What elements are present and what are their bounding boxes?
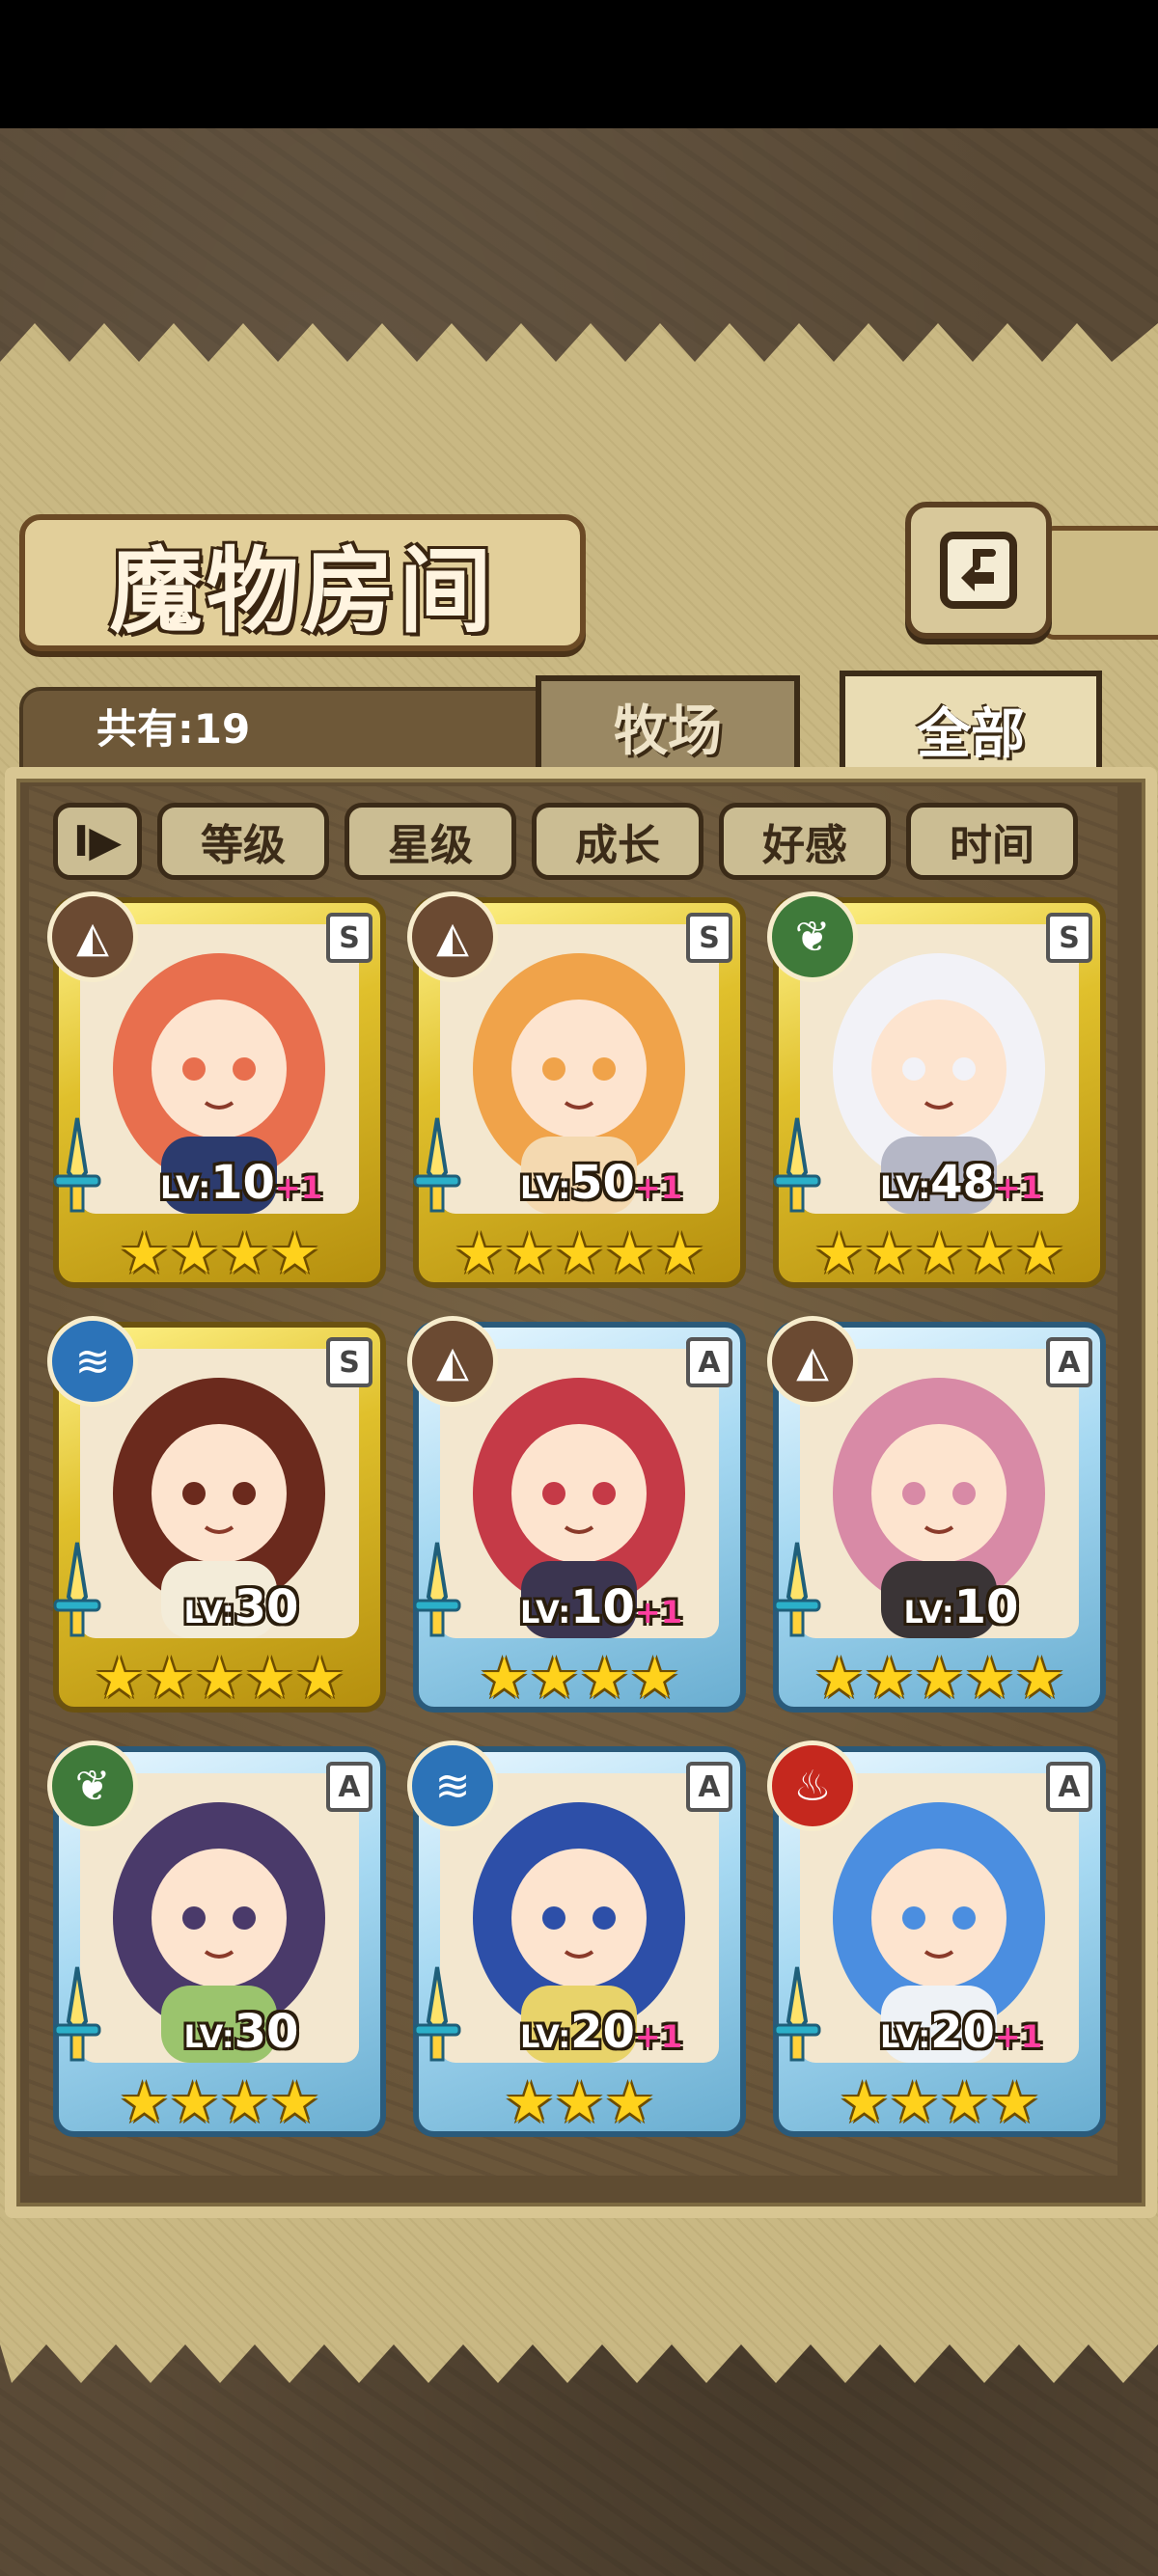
sword-icon [409,1963,465,2069]
back-button[interactable] [905,502,1052,639]
star-rating: ★★★★ [119,1220,320,1286]
sort-affection-button[interactable]: 好感 [719,803,891,880]
sword-icon [49,1114,105,1220]
water-element-icon: ≋ [47,1316,138,1407]
monster-card[interactable]: A ≋ LV:20+1 ★★★ [407,1740,746,2142]
sword-icon [769,1114,825,1220]
level-value: 10 [210,1156,275,1210]
wind-element-icon: ❦ [767,891,858,982]
rank-badge: S [326,913,372,963]
monster-count: 共有:19 [96,705,251,753]
level-value: 10 [570,1580,635,1634]
level-value: 10 [953,1580,1019,1634]
sort-toolbar: I▶ 等级 星级 成长 好感 时间 [53,803,1078,880]
page-title: 魔物房间 [109,535,496,645]
star-rating: ★★★★★ [454,1220,705,1286]
level-prefix: LV: [520,2018,571,2055]
level-label: LV:50+1 [481,1156,722,1210]
sword-icon [409,1114,465,1220]
rank-badge: A [686,1762,732,1812]
level-bonus: +1 [994,1169,1042,1206]
level-value: 20 [570,2005,635,2059]
level-label: LV:20+1 [841,2005,1082,2059]
level-label: LV:10+1 [121,1156,362,1210]
level-prefix: LV: [183,1594,234,1631]
monster-card[interactable]: A ❦ LV:30 ★★★★ [47,1740,386,2142]
star-rating: ★★★★ [119,2069,320,2135]
star-rating: ★★★★★ [94,1645,345,1711]
earth-element-icon: ◭ [767,1316,858,1407]
level-prefix: LV: [880,2018,931,2055]
wind-element-icon: ❦ [47,1740,138,1831]
level-bonus: +1 [634,1169,682,1206]
sort-growth-button[interactable]: 成长 [532,803,703,880]
level-label: LV:30 [121,1580,362,1634]
level-bonus: +1 [634,2018,682,2055]
sword-icon [769,1539,825,1645]
star-rating: ★★★ [504,2069,655,2135]
sort-level-button[interactable]: 等级 [157,803,329,880]
level-label: LV:10 [841,1580,1082,1634]
level-prefix: LV: [160,1169,211,1206]
level-value: 50 [570,1156,635,1210]
monster-card[interactable]: A ◭ LV:10 ★★★★★ [767,1316,1106,1717]
level-bonus: +1 [634,1594,682,1631]
sword-icon [49,1539,105,1645]
monster-card[interactable]: S ◭ LV:50+1 ★★★★★ [407,891,746,1293]
water-element-icon: ≋ [407,1740,498,1831]
star-rating: ★★★★ [479,1645,680,1711]
level-label: LV:10+1 [481,1580,722,1634]
earth-element-icon: ◭ [407,891,498,982]
monster-card[interactable]: S ◭ LV:10+1 ★★★★ [47,891,386,1293]
rank-badge: A [1046,1337,1092,1387]
sword-icon [769,1963,825,2069]
back-rail [1042,526,1158,640]
status-bar [0,0,1158,128]
back-arrow-icon [940,532,1017,609]
level-prefix: LV: [183,2018,234,2055]
sword-icon [409,1539,465,1645]
earth-element-icon: ◭ [47,891,138,982]
tab-farm[interactable]: 牧场 [536,675,800,778]
sort-order-toggle[interactable]: I▶ [53,803,142,880]
level-bonus: +1 [994,2018,1042,2055]
level-value: 30 [234,1580,299,1634]
sort-star-button[interactable]: 星级 [345,803,516,880]
level-bonus: +1 [274,1169,322,1206]
monster-card[interactable]: S ❦ LV:48+1 ★★★★★ [767,891,1106,1293]
level-value: 20 [930,2005,995,2059]
star-rating: ★★★★ [839,2069,1040,2135]
level-label: LV:20+1 [481,2005,722,2059]
level-label: LV:30 [121,2005,362,2059]
level-value: 48 [930,1156,995,1210]
title-plate: 魔物房间 [19,514,586,651]
star-rating: ★★★★★ [813,1645,1065,1711]
rank-badge: S [1046,913,1092,963]
level-value: 30 [234,2005,299,2059]
rank-badge: S [686,913,732,963]
level-prefix: LV: [880,1169,931,1206]
level-prefix: LV: [520,1594,571,1631]
level-label: LV:48+1 [841,1156,1082,1210]
monster-card[interactable]: A ♨ LV:20+1 ★★★★ [767,1740,1106,2142]
monster-card[interactable]: A ◭ LV:10+1 ★★★★ [407,1316,746,1717]
rank-badge: A [326,1762,372,1812]
sword-icon [49,1963,105,2069]
star-rating: ★★★★★ [813,1220,1065,1286]
rank-badge: A [1046,1762,1092,1812]
sort-time-button[interactable]: 时间 [906,803,1078,880]
fire-element-icon: ♨ [767,1740,858,1831]
level-prefix: LV: [903,1594,954,1631]
rank-badge: S [326,1337,372,1387]
sort-order-icon: I▶ [72,816,123,866]
earth-element-icon: ◭ [407,1316,498,1407]
rank-badge: A [686,1337,732,1387]
level-prefix: LV: [520,1169,571,1206]
monster-card[interactable]: S ≋ LV:30 ★★★★★ [47,1316,386,1717]
